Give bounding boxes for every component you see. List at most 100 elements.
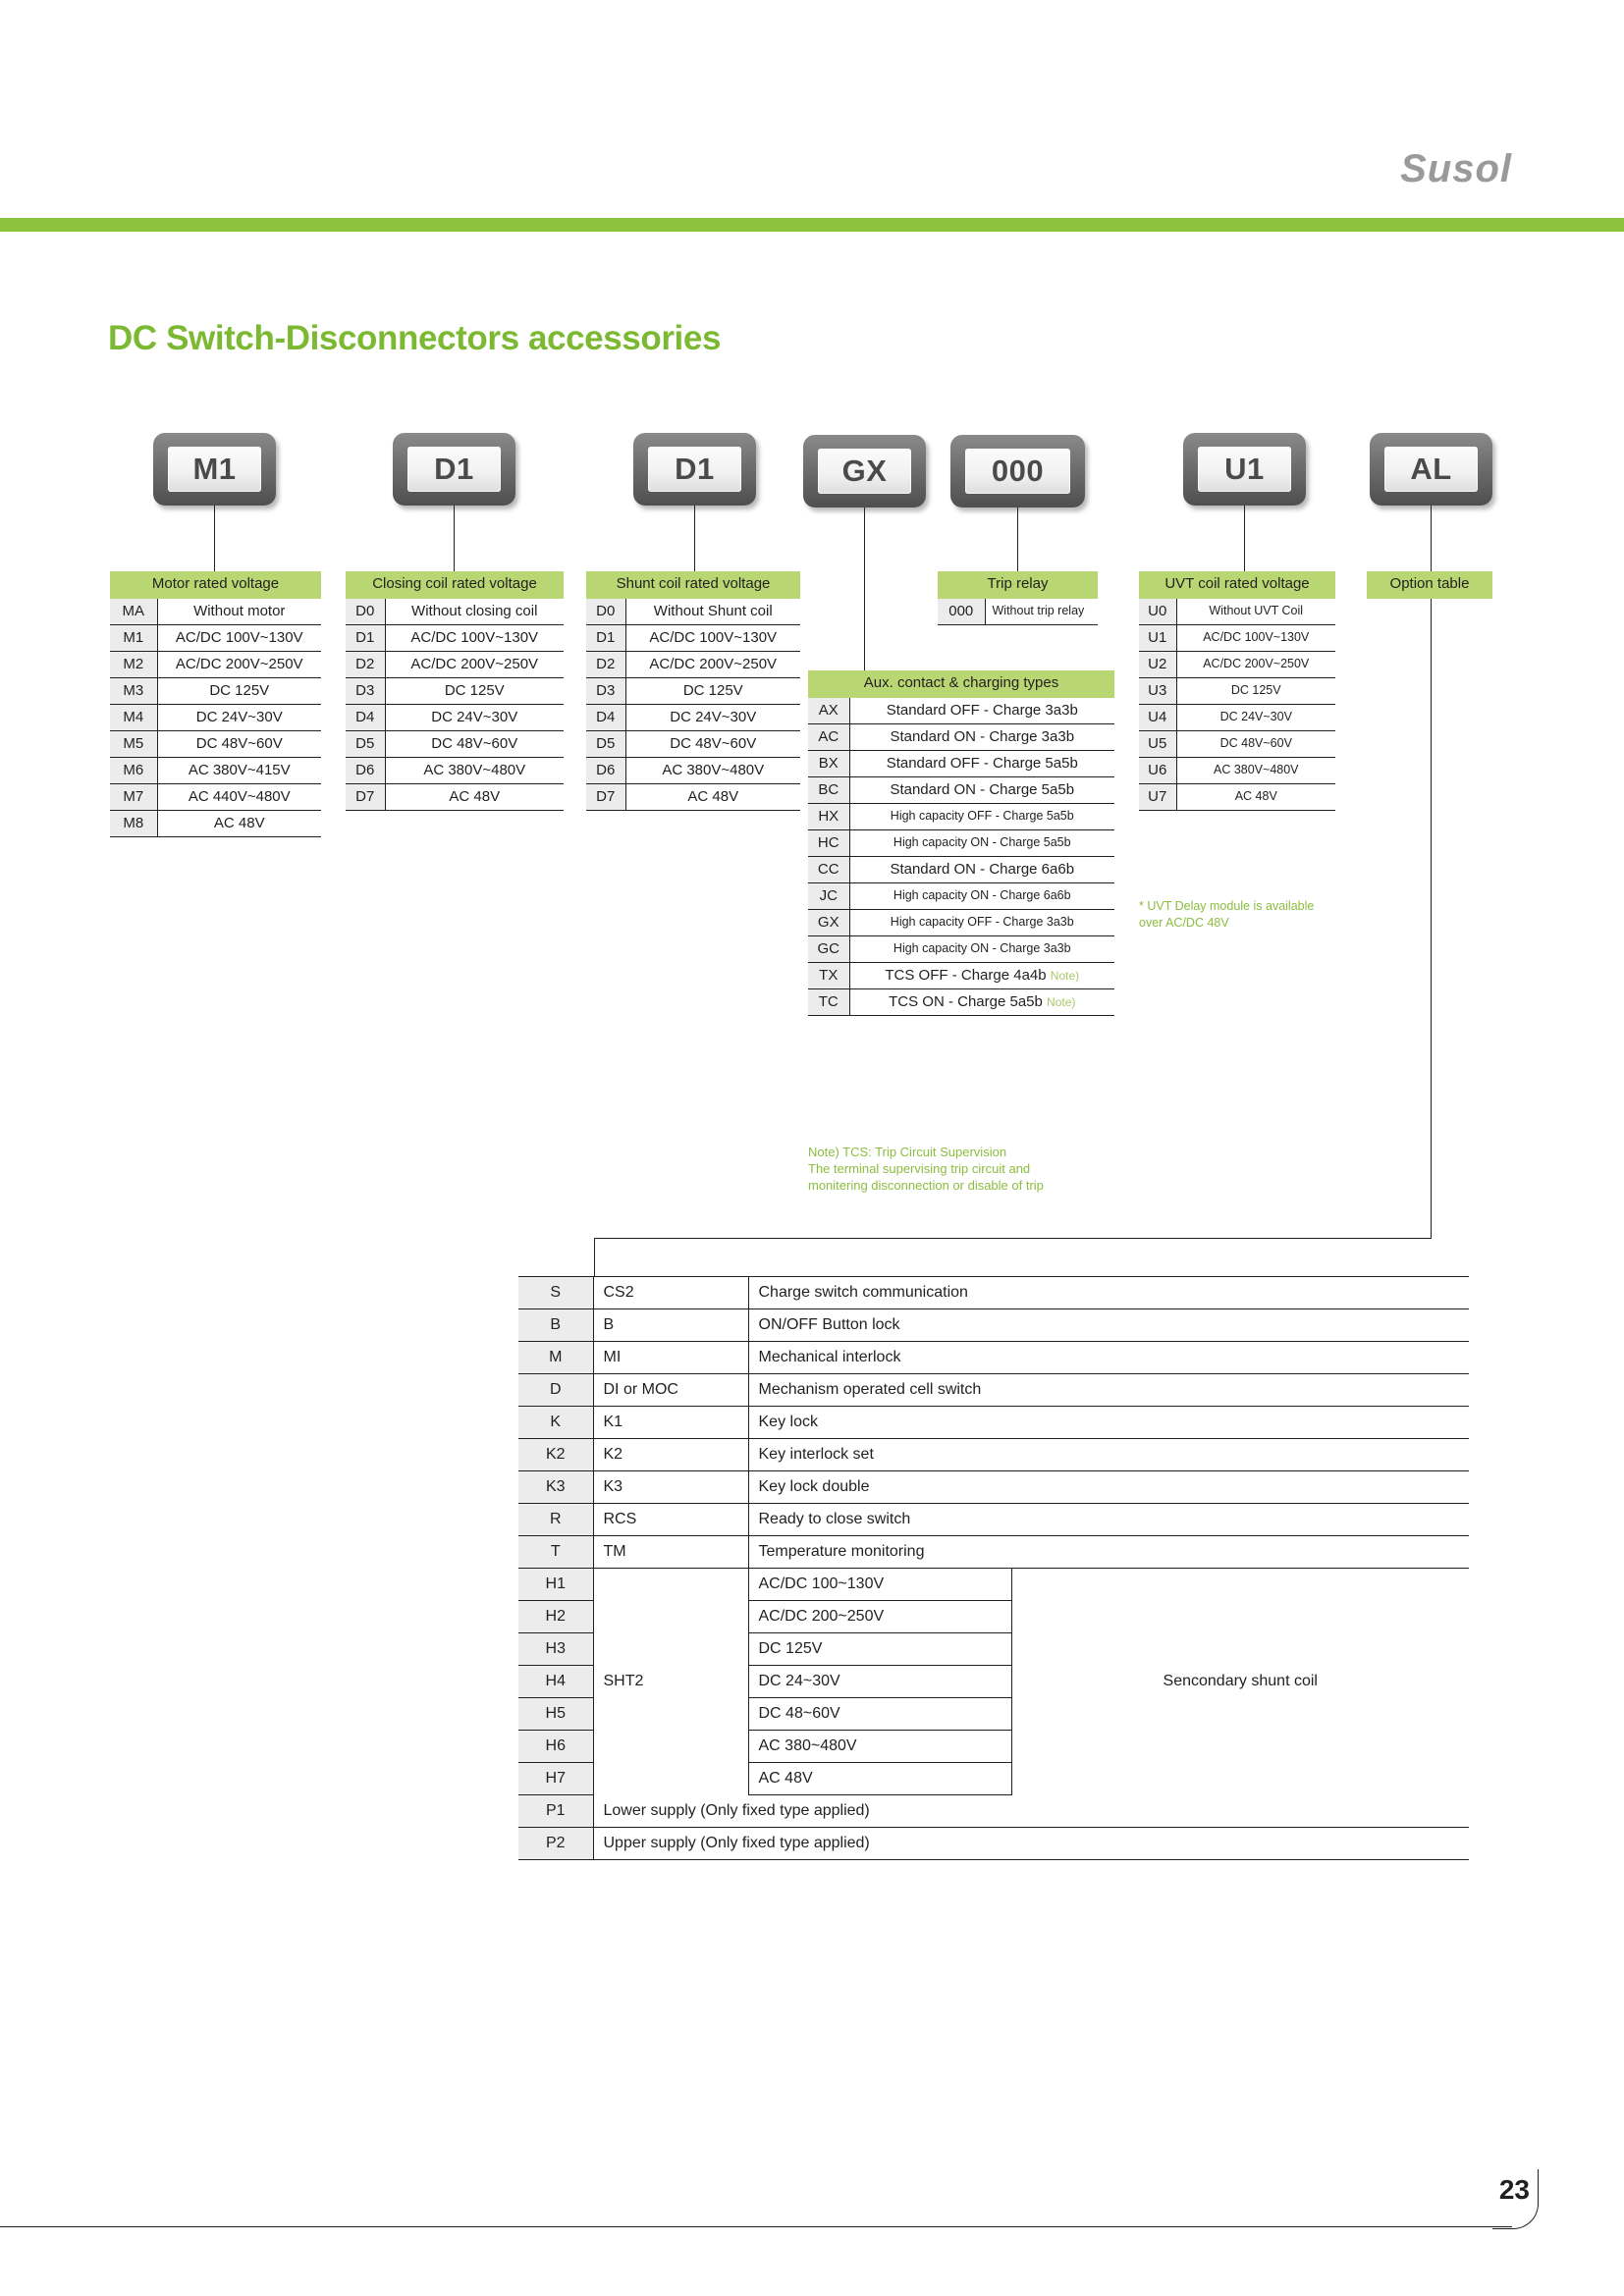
table-row: T TM Temperature monitoring	[518, 1535, 1469, 1569]
section-header: UVT coil rated voltage	[1139, 571, 1335, 599]
section-closing-coil-rated-voltage: Closing coil rated voltage D0 Without clo…	[346, 571, 564, 811]
section-header: Shunt coil rated voltage	[586, 571, 800, 599]
table-row: MA Without motor	[110, 598, 321, 625]
section-header: Aux. contact & charging types	[808, 670, 1114, 698]
aux-value: High capacity ON - Charge 5a5b	[893, 835, 1071, 849]
aux-value: High capacity ON - Charge 6a6b	[893, 888, 1071, 902]
table-row: M1 AC/DC 100V~130V	[110, 624, 321, 652]
table-row: D6 AC 380V~480V	[346, 757, 564, 784]
badge-aux-code: GX	[803, 435, 926, 507]
table-row: TX TCS OFF - Charge 4a4b Note)	[808, 962, 1114, 989]
table-row: BC Standard ON - Charge 5a5b	[808, 776, 1114, 804]
table-row: M4 DC 24V~30V	[110, 704, 321, 731]
aux-value: Standard OFF - Charge 3a3b	[886, 701, 1078, 719]
shunt-coil-table: D0 Without Shunt coil D1 AC/DC 100V~130V D…	[586, 598, 800, 811]
section-header: Motor rated voltage	[110, 571, 321, 599]
table-row: K K1 Key lock	[518, 1406, 1469, 1439]
section-aux-contact-charging-types: Aux. contact & charging types AX Standard…	[808, 670, 1114, 1016]
sht2-label: SHT2	[593, 1568, 749, 1795]
closing-coil-table: D0 Without closing coil D1 AC/DC 100V~130V…	[346, 598, 564, 811]
table-row: U4 DC 24V~30V	[1139, 704, 1335, 731]
option-detail-table: S CS2 Charge switch communication B B ON/OFF…	[518, 1276, 1469, 1860]
table-row: D7 AC 48V	[346, 783, 564, 811]
table-row: GX High capacity OFF - Charge 3a3b	[808, 909, 1114, 936]
badge-label: D1	[648, 447, 741, 492]
badge-label: M1	[168, 447, 261, 492]
table-row: D4 DC 24V~30V	[586, 704, 800, 731]
table-row: U3 DC 125V	[1139, 677, 1335, 705]
table-row: AX Standard OFF - Charge 3a3b	[808, 697, 1114, 724]
aux-footnote: Note) TCS: Trip Circuit Supervision The …	[808, 1145, 1044, 1194]
table-row: D5 DC 48V~60V	[346, 730, 564, 758]
table-row: D6 AC 380V~480V	[586, 757, 800, 784]
table-row: M6 AC 380V~415V	[110, 757, 321, 784]
table-row: U2 AC/DC 200V~250V	[1139, 651, 1335, 678]
table-row: M MI Mechanical interlock	[518, 1341, 1469, 1374]
table-row: P2 Upper supply (Only fixed type applied)	[518, 1827, 1469, 1860]
aux-value: Standard ON - Charge 6a6b	[890, 860, 1075, 878]
aux-value: TCS ON - Charge 5a5b	[889, 992, 1043, 1010]
connector-option-long	[1431, 593, 1432, 1238]
table-row: P1 Lower supply (Only fixed type applied)	[518, 1794, 1469, 1828]
table-row: CC Standard ON - Charge 6a6b	[808, 856, 1114, 883]
table-row: D0 Without closing coil	[346, 598, 564, 625]
table-row: D1 AC/DC 100V~130V	[586, 624, 800, 652]
table-row: D0 Without Shunt coil	[586, 598, 800, 625]
section-motor-rated-voltage: Motor rated voltage MA Without motor M1 AC…	[110, 571, 321, 837]
table-row: M3 DC 125V	[110, 677, 321, 705]
connector-uvt	[1244, 506, 1245, 571]
connector-option-top	[1431, 506, 1432, 571]
aux-note: Note)	[1047, 994, 1076, 1009]
table-row: D7 AC 48V	[586, 783, 800, 811]
connector-trip	[1017, 507, 1018, 572]
table-row: D5 DC 48V~60V	[586, 730, 800, 758]
aux-value: High capacity OFF - Charge 5a5b	[890, 809, 1074, 823]
table-row: AC Standard ON - Charge 3a3b	[808, 723, 1114, 751]
table-row: D1 AC/DC 100V~130V	[346, 624, 564, 652]
table-row: M5 DC 48V~60V	[110, 730, 321, 758]
aux-value: High capacity ON - Charge 3a3b	[893, 941, 1071, 955]
table-row: D3 DC 125V	[346, 677, 564, 705]
aux-value: High capacity OFF - Charge 3a3b	[890, 915, 1074, 929]
sht2-description: Sencondary shunt coil	[1011, 1568, 1469, 1795]
aux-note: Note)	[1050, 968, 1080, 983]
badge-label: U1	[1198, 447, 1291, 492]
badge-shunt-code: D1	[633, 433, 756, 506]
table-row: K2 K2 Key interlock set	[518, 1438, 1469, 1471]
badge-label: D1	[407, 447, 501, 492]
table-row: M2 AC/DC 200V~250V	[110, 651, 321, 678]
connector-shunt	[694, 506, 695, 571]
aux-value: Standard OFF - Charge 5a5b	[886, 754, 1078, 772]
section-option-table: Option table	[1367, 571, 1492, 599]
section-header: Trip relay	[938, 571, 1098, 599]
table-row: U0 Without UVT Coil	[1139, 598, 1335, 625]
catalog-page: Susol DC Switch-Disconnectors accessorie…	[0, 0, 1624, 2296]
aux-value: TCS OFF - Charge 4a4b	[885, 966, 1047, 984]
badge-trip-code: 000	[950, 435, 1085, 507]
badge-uvt-code: U1	[1183, 433, 1306, 506]
page-title: DC Switch-Disconnectors accessories	[108, 319, 722, 357]
trip-relay-table: 000 Without trip relay	[938, 598, 1098, 625]
connector-option-horizontal	[594, 1238, 1432, 1239]
section-header: Closing coil rated voltage	[346, 571, 564, 599]
table-row: U7 AC 48V	[1139, 783, 1335, 811]
aux-value: Standard ON - Charge 5a5b	[890, 780, 1075, 798]
section-trip-relay: Trip relay 000 Without trip relay	[938, 571, 1098, 625]
table-row: M8 AC 48V	[110, 810, 321, 837]
table-row: U1 AC/DC 100V~130V	[1139, 624, 1335, 652]
table-row: BX Standard OFF - Charge 5a5b	[808, 750, 1114, 777]
section-shunt-coil-rated-voltage: Shunt coil rated voltage D0 Without Shunt…	[586, 571, 800, 811]
badge-closing-code: D1	[393, 433, 515, 506]
table-row: D3 DC 125V	[586, 677, 800, 705]
table-row: D DI or MOC Mechanism operated cell switch	[518, 1373, 1469, 1407]
table-row: K3 K3 Key lock double	[518, 1470, 1469, 1504]
table-row: H1 SHT2 AC/DC 100~130V Sencondary shunt …	[518, 1568, 1469, 1795]
table-row: R RCS Ready to close switch	[518, 1503, 1469, 1536]
badge-label: 000	[965, 449, 1070, 494]
section-header: Option table	[1367, 571, 1492, 599]
connector-aux	[864, 507, 865, 670]
badge-option-code: AL	[1370, 433, 1492, 506]
table-row: HX High capacity OFF - Charge 5a5b	[808, 803, 1114, 830]
brand-logo: Susol	[1400, 147, 1512, 190]
aux-contact-table: AX Standard OFF - Charge 3a3b AC Standard …	[808, 697, 1114, 1016]
